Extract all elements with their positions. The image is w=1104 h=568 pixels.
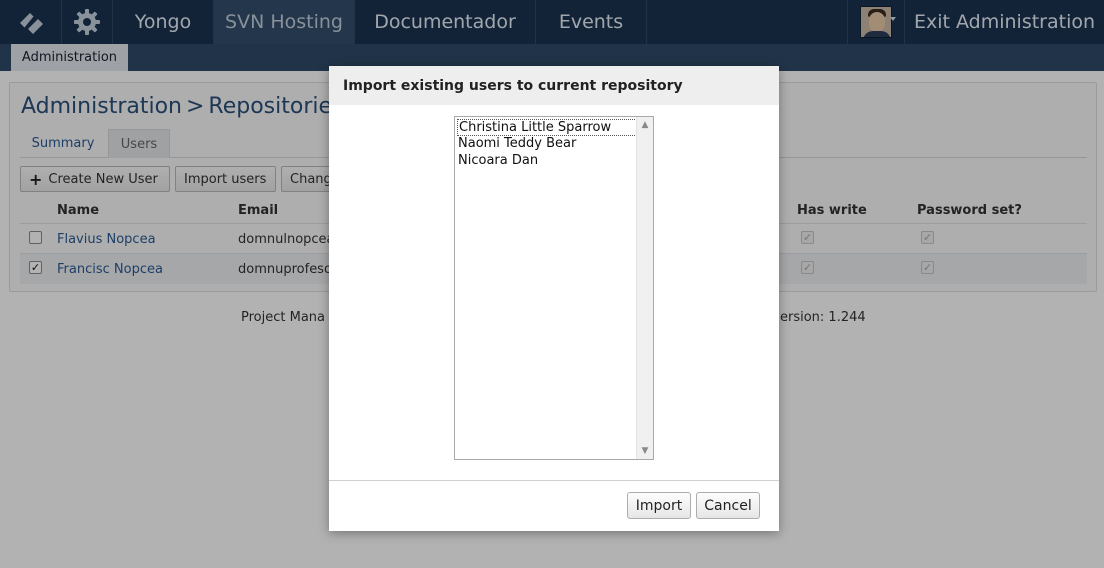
listbox-scrollbar[interactable]: ▲ ▼ <box>636 117 653 459</box>
user-option[interactable]: Nicoara Dan <box>457 153 637 170</box>
user-option[interactable]: Naomi Teddy Bear <box>457 136 637 153</box>
dialog-divider <box>329 480 779 481</box>
dialog-title: Import existing users to current reposit… <box>329 66 779 105</box>
chevron-up-icon[interactable]: ▲ <box>637 117 653 133</box>
user-option[interactable]: Christina Little Sparrow <box>457 119 637 136</box>
cancel-button[interactable]: Cancel <box>696 492 760 519</box>
import-users-dialog: Import existing users to current reposit… <box>329 66 779 531</box>
import-button[interactable]: Import <box>627 492 691 519</box>
chevron-down-icon[interactable]: ▼ <box>637 443 653 459</box>
users-listbox[interactable]: Christina Little Sparrow Naomi Teddy Bea… <box>454 116 654 460</box>
